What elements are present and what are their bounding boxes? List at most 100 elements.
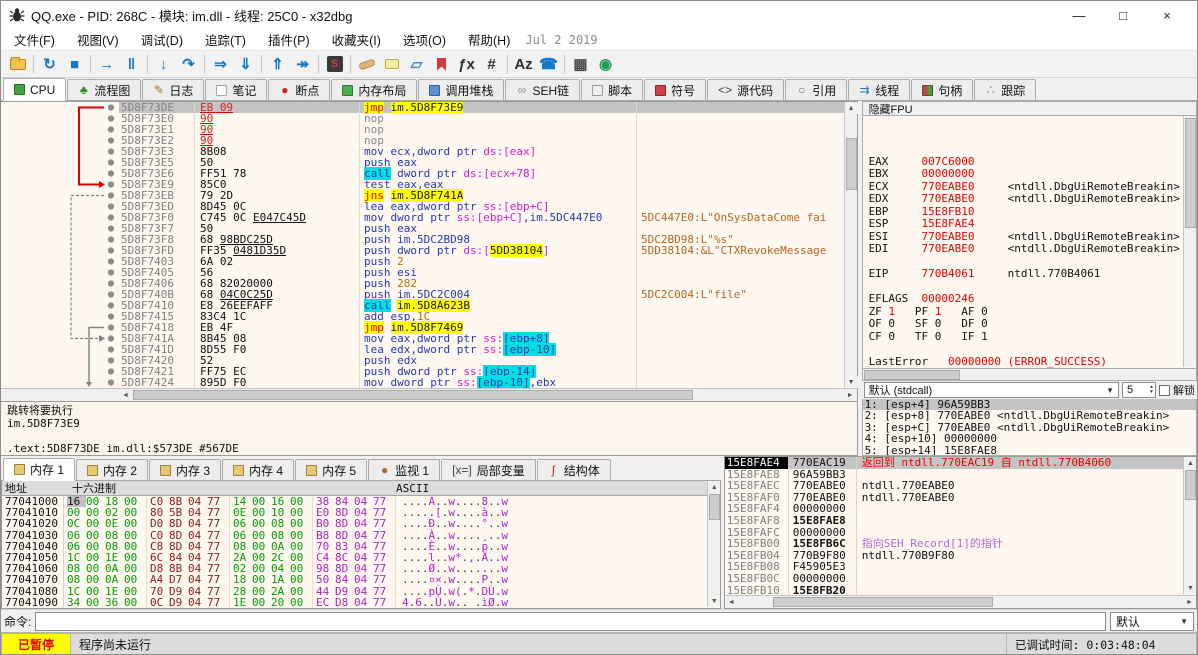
- intermodular-calls-button[interactable]: ☎: [536, 53, 561, 76]
- register-line[interactable]: EIP 770B4061 ntdll.770B4061: [869, 268, 1182, 281]
- tab-source[interactable]: <>源代码: [707, 79, 784, 100]
- tab-locals[interactable]: [x=]局部变量: [441, 459, 536, 480]
- menu-item-2[interactable]: 视图(V): [66, 29, 130, 50]
- menu-item-6[interactable]: 收藏夹(I): [321, 29, 392, 50]
- execute-till-return-button[interactable]: ⇑: [265, 53, 290, 76]
- analyze-module-button[interactable]: #: [479, 53, 504, 76]
- tab-dump-2[interactable]: 内存 2: [76, 459, 148, 480]
- tab-symbols[interactable]: 符号: [644, 79, 706, 100]
- arguments-view[interactable]: 1: [esp+4] 96A59BB32: [esp+8] 770EABE0 <…: [862, 399, 1197, 456]
- stack-row[interactable]: 15E8FAF815E8FAE8: [725, 515, 1196, 527]
- stack-row[interactable]: 15E8FB0015E8FB6C指向SEH_Record[1]的指针: [725, 538, 1196, 550]
- disasm-row[interactable]: 5D8F7424895D F0mov dword ptr ss:[ebp-10]…: [1, 377, 857, 388]
- tab-references[interactable]: ○引用: [785, 79, 847, 100]
- tab-dump-5[interactable]: 内存 5: [295, 459, 367, 480]
- stack-vscroll-thumb[interactable]: [1185, 470, 1196, 500]
- registers-hscroll-thumb[interactable]: [864, 370, 960, 380]
- scroll-up-arrow[interactable]: ▲: [1184, 457, 1197, 469]
- scroll-down-arrow[interactable]: ▼: [1184, 582, 1197, 594]
- tab-script[interactable]: 脚本: [581, 79, 643, 100]
- tab-graph[interactable]: ♣流程图: [67, 79, 141, 100]
- scroll-down-arrow[interactable]: ▼: [708, 595, 721, 607]
- maximize-button[interactable]: □: [1101, 2, 1145, 28]
- run-button[interactable]: →: [94, 53, 119, 76]
- tab-handles[interactable]: 句柄: [911, 79, 973, 100]
- scroll-right-arrow[interactable]: ►: [844, 389, 857, 401]
- close-button[interactable]: ×: [1145, 2, 1189, 28]
- bookmarks-button[interactable]: [429, 53, 454, 76]
- argument-count-stepper[interactable]: 5 ▲▼: [1122, 382, 1156, 398]
- menu-item-3[interactable]: 调试(D): [130, 29, 194, 50]
- scylla-button[interactable]: S: [322, 53, 347, 76]
- scroll-up-arrow[interactable]: ▲: [845, 102, 858, 114]
- menu-item-7[interactable]: 选项(O): [392, 29, 457, 50]
- command-syntax-select[interactable]: 默认 ▼: [1110, 612, 1194, 631]
- menu-item-1[interactable]: 文件(F): [3, 29, 66, 50]
- tab-notes[interactable]: 笔记: [205, 79, 267, 100]
- step-over-button[interactable]: ↷: [176, 53, 201, 76]
- registers-vscroll-thumb[interactable]: [1185, 118, 1196, 228]
- minimize-button[interactable]: —: [1057, 2, 1101, 28]
- unlock-checkbox[interactable]: [1159, 385, 1170, 396]
- argument-row[interactable]: 4: [esp+10] 00000000: [863, 433, 1196, 444]
- stack-row[interactable]: 15E8FAE4770EAC19返回到 ntdll.770EAC19 自 ntd…: [725, 457, 1196, 469]
- registers-horizontal-scrollbar[interactable]: [862, 369, 1197, 381]
- register-line[interactable]: EDI 770EABE0 <ntdll.DbgUiRemoteBreakin>: [869, 243, 1182, 256]
- trace-into-button[interactable]: ⇒: [208, 53, 233, 76]
- calling-convention-select[interactable]: 默认 (stdcall) ▼: [864, 382, 1119, 398]
- stop-button[interactable]: ■: [62, 53, 87, 76]
- stack-vertical-scrollbar[interactable]: ▲ ▼: [1183, 457, 1196, 594]
- step-into-button[interactable]: ↓: [151, 53, 176, 76]
- scroll-up-arrow[interactable]: ▲: [708, 481, 721, 493]
- stack-hscroll-thumb[interactable]: [773, 597, 993, 607]
- function-analysis-button[interactable]: ƒx: [454, 53, 479, 76]
- tab-dump-3[interactable]: 内存 3: [149, 459, 221, 480]
- tab-call-stack[interactable]: 调用堆栈: [418, 79, 504, 100]
- scroll-left-arrow[interactable]: ◄: [725, 596, 738, 608]
- scroll-down-arrow[interactable]: ▼: [845, 376, 858, 388]
- menu-item-8[interactable]: 帮助(H): [457, 29, 521, 50]
- memory-row[interactable]: 770410801C001E0070D9047728002A0044D90477…: [2, 586, 720, 597]
- registers-view[interactable]: EAX 007C6000EBX 00000000ECX 770EABE0 <nt…: [862, 116, 1197, 369]
- tab-watch-1[interactable]: ●监视 1: [368, 459, 440, 480]
- menu-item-4[interactable]: 追踪(T): [194, 29, 257, 50]
- tab-trace[interactable]: ∴跟踪: [974, 79, 1036, 100]
- hide-fpu-button[interactable]: 隐藏FPU: [862, 101, 1197, 116]
- trace-over-button[interactable]: ⇓: [233, 53, 258, 76]
- calculator-button[interactable]: ▦: [568, 53, 593, 76]
- tab-cpu[interactable]: CPU: [3, 78, 66, 101]
- memory-vscroll-thumb[interactable]: [709, 494, 720, 520]
- memory-dump-panel[interactable]: 地址 十六进制 ASCII 7704100016001800C08B047714…: [1, 481, 721, 609]
- stack-horizontal-scrollbar[interactable]: ◄ ►: [725, 595, 1196, 608]
- disasm-hscroll-thumb[interactable]: [133, 390, 693, 400]
- open-file-button[interactable]: [5, 53, 30, 76]
- tab-struct[interactable]: ʃ结构体: [537, 459, 611, 480]
- run-to-user-code-button[interactable]: ↠: [290, 53, 315, 76]
- tab-memory-map[interactable]: 内存布局: [331, 79, 417, 100]
- registers-vertical-scrollbar[interactable]: [1183, 116, 1196, 367]
- scroll-right-arrow[interactable]: ►: [1183, 596, 1196, 608]
- scroll-left-arrow[interactable]: ◄: [119, 389, 132, 401]
- stepper-arrows-icon[interactable]: ▲▼: [1149, 385, 1155, 395]
- command-input[interactable]: [35, 612, 1106, 631]
- register-line[interactable]: CF 0 TF 0 IF 1: [869, 331, 1182, 344]
- tab-breakpoints[interactable]: ●断点: [268, 79, 330, 100]
- disasm-vertical-scrollbar[interactable]: ▲ ▼: [844, 102, 857, 388]
- memory-row[interactable]: 770410200C000E00D08D047706000800B08D0477…: [2, 518, 720, 529]
- restart-button[interactable]: ↻: [37, 53, 62, 76]
- jump-arrow-gutter[interactable]: [1, 102, 119, 388]
- argument-row[interactable]: 5: [esp+14] 15E8FAE8: [863, 445, 1196, 456]
- memory-vertical-scrollbar[interactable]: ▲ ▼: [707, 481, 720, 607]
- disassembly-view[interactable]: 5D8F73DEEB 09jmp im.5D8F73E95D8F73E090no…: [1, 102, 857, 388]
- disasm-horizontal-scrollbar[interactable]: ◄ ►: [1, 388, 857, 401]
- menu-item-5[interactable]: 插件(P): [257, 29, 321, 50]
- pause-button[interactable]: ‖: [119, 53, 144, 76]
- disasm-vscroll-thumb[interactable]: [846, 138, 857, 190]
- tab-log[interactable]: ✎日志: [142, 79, 204, 100]
- patches-button[interactable]: [354, 53, 379, 76]
- tab-threads[interactable]: ⇉线程: [848, 79, 910, 100]
- labels-button[interactable]: ▱: [404, 53, 429, 76]
- tab-seh[interactable]: ∞SEH链: [505, 79, 580, 100]
- tab-dump-4[interactable]: 内存 4: [222, 459, 294, 480]
- memory-row[interactable]: 7704107008000A00A4D7047718001A0050840477…: [2, 574, 720, 585]
